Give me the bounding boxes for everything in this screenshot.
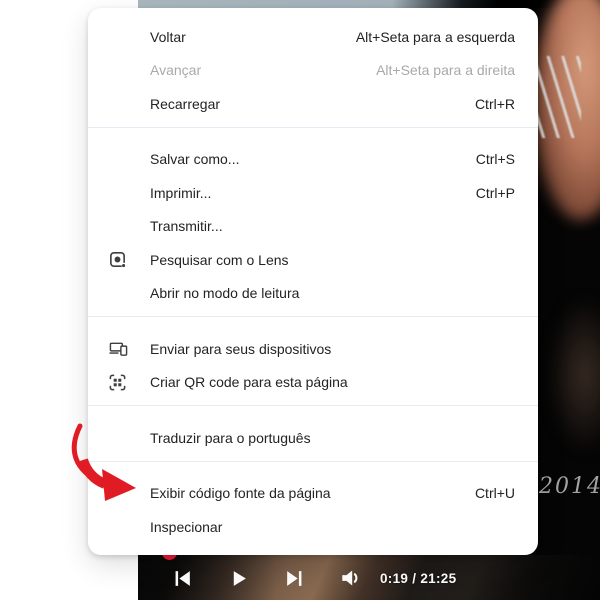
next-icon — [284, 568, 305, 589]
time-display: 0:19 / 21:25 — [380, 570, 457, 586]
menu-item-inspecionar[interactable]: Inspecionar — [88, 510, 538, 544]
menu-item-salvar-como[interactable]: Salvar como... Ctrl+S — [88, 143, 538, 177]
menu-item-shortcut: Ctrl+R — [474, 95, 515, 112]
context-menu: Voltar Alt+Seta para a esquerda Avançar … — [88, 8, 538, 555]
lens-icon — [108, 250, 127, 269]
screenshot-stage: 2014 0:19 / 21:25 Voltar Alt+Seta para a… — [0, 0, 600, 600]
menu-separator — [88, 126, 538, 128]
menu-item-label: Exibir código fonte da página — [150, 485, 331, 502]
menu-item-label: Transmitir... — [150, 218, 223, 235]
menu-item-modo-leitura[interactable]: Abrir no modo de leitura — [88, 277, 538, 311]
video-shadow — [550, 300, 600, 450]
player-controls: 0:19 / 21:25 — [138, 559, 600, 597]
menu-item-shortcut: Ctrl+U — [474, 485, 515, 502]
menu-item-pesquisar-lens[interactable]: Pesquisar com o Lens — [88, 243, 538, 277]
menu-item-exibir-codigo-fonte[interactable]: Exibir código fonte da página Ctrl+U — [88, 477, 538, 511]
send-to-devices-icon — [108, 339, 129, 358]
menu-item-shortcut: Ctrl+S — [475, 151, 515, 168]
previous-icon — [172, 568, 193, 589]
qr-code-icon — [108, 373, 127, 392]
video-fork-stripes — [537, 56, 581, 138]
menu-item-label: Enviar para seus dispositivos — [150, 340, 332, 357]
menu-item-recarregar[interactable]: Recarregar Ctrl+R — [88, 87, 538, 121]
menu-item-shortcut: Ctrl+P — [475, 184, 515, 201]
menu-item-label: Pesquisar com o Lens — [150, 251, 289, 268]
menu-item-transmitir[interactable]: Transmitir... — [88, 210, 538, 244]
menu-item-label: Avançar — [150, 62, 202, 79]
menu-separator — [88, 316, 538, 317]
menu-item-label: Salvar como... — [150, 151, 240, 168]
menu-item-imprimir[interactable]: Imprimir... Ctrl+P — [88, 176, 538, 210]
menu-item-label: Recarregar — [150, 95, 221, 112]
menu-item-shortcut: Alt+Seta para a esquerda — [355, 28, 515, 45]
video-frame-top — [138, 0, 600, 8]
menu-item-label: Traduzir para o português — [150, 429, 311, 446]
menu-item-criar-qr[interactable]: Criar QR code para esta página — [88, 366, 538, 400]
play-button[interactable] — [210, 559, 266, 597]
menu-separator — [88, 460, 538, 462]
next-button[interactable] — [266, 559, 322, 597]
menu-item-enviar-dispositivos[interactable]: Enviar para seus dispositivos — [88, 332, 538, 366]
menu-separator — [88, 405, 538, 406]
volume-icon — [339, 567, 361, 589]
previous-button[interactable] — [154, 559, 210, 597]
menu-item-label: Criar QR code para esta página — [150, 374, 348, 391]
play-icon — [228, 568, 249, 589]
menu-item-label: Voltar — [150, 28, 186, 45]
menu-item-label: Inspecionar — [150, 518, 223, 535]
menu-item-traduzir[interactable]: Traduzir para o português — [88, 421, 538, 455]
video-year-caption: 2014 — [539, 474, 600, 499]
menu-item-shortcut: Alt+Seta para a direita — [376, 62, 515, 79]
menu-item-label: Imprimir... — [150, 184, 212, 201]
volume-button[interactable] — [322, 559, 378, 597]
menu-item-avancar[interactable]: Avançar Alt+Seta para a direita — [88, 54, 538, 88]
menu-item-label: Abrir no modo de leitura — [150, 285, 300, 302]
menu-item-voltar[interactable]: Voltar Alt+Seta para a esquerda — [88, 20, 538, 54]
